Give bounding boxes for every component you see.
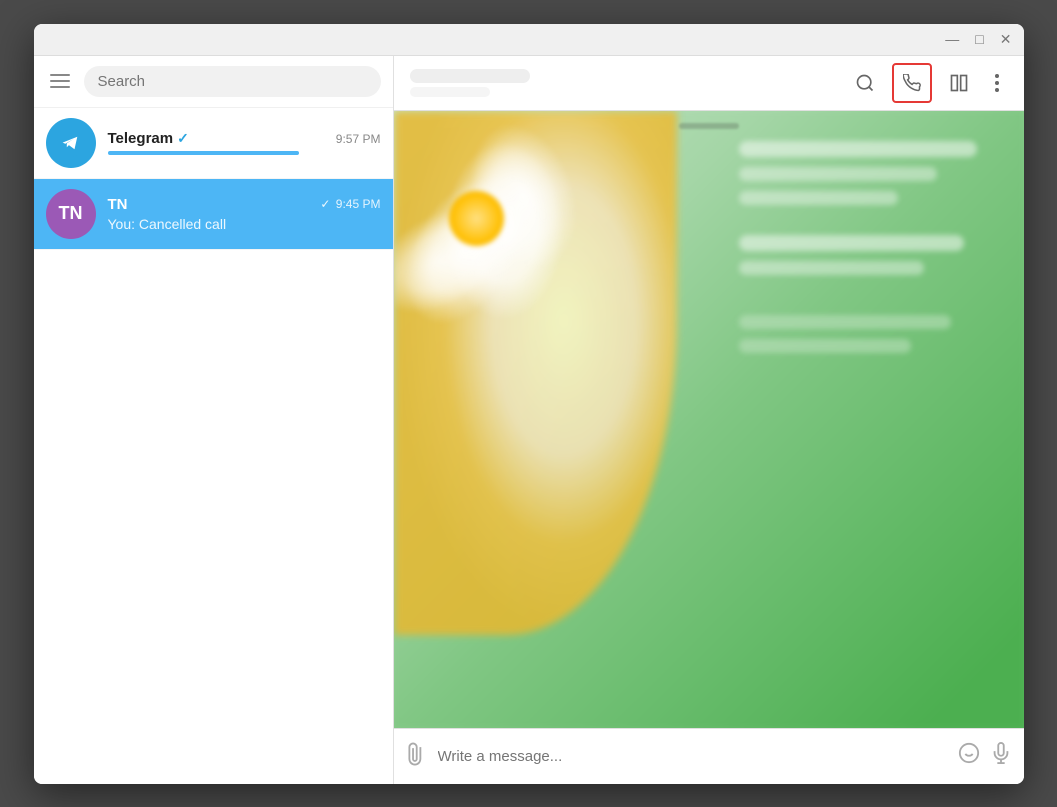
chat-input-area bbox=[394, 728, 1024, 784]
msg-bubble bbox=[739, 167, 937, 181]
scroll-indicator bbox=[679, 123, 739, 129]
chat-top: Telegram ✓ 9:57 PM bbox=[108, 130, 381, 147]
emoji-icon[interactable] bbox=[958, 742, 980, 770]
msg-bubble bbox=[739, 191, 898, 205]
avatar bbox=[46, 118, 96, 168]
app-window: — □ ✕ bbox=[34, 24, 1024, 784]
mic-icon[interactable] bbox=[990, 742, 1012, 770]
sidebar: Telegram ✓ 9:57 PM TN bbox=[34, 56, 394, 784]
list-item[interactable]: Telegram ✓ 9:57 PM bbox=[34, 108, 393, 179]
chat-messages bbox=[394, 111, 1024, 728]
chat-header-info bbox=[410, 69, 854, 97]
list-item[interactable]: TN TN ✓ 9:45 PM You: Cancelled c bbox=[34, 179, 393, 250]
chat-name: Telegram ✓ bbox=[108, 130, 189, 147]
progress-bar bbox=[108, 151, 299, 155]
chat-time: 9:57 PM bbox=[336, 132, 381, 146]
message-input[interactable] bbox=[438, 748, 948, 765]
chat-info: TN ✓ 9:45 PM You: Cancelled call bbox=[108, 196, 381, 232]
chat-area bbox=[394, 56, 1024, 784]
msg-bubble bbox=[739, 339, 911, 353]
msg-bubble bbox=[739, 141, 977, 157]
attach-icon[interactable] bbox=[399, 738, 434, 773]
chat-header-name bbox=[410, 69, 530, 83]
telegram-logo-icon bbox=[57, 129, 85, 157]
sidebar-header bbox=[34, 56, 393, 108]
columns-icon[interactable] bbox=[948, 72, 970, 94]
maximize-button[interactable]: □ bbox=[971, 29, 987, 49]
chat-time: ✓ 9:45 PM bbox=[320, 197, 380, 211]
chat-name: TN bbox=[108, 196, 128, 213]
search-input[interactable] bbox=[84, 66, 381, 97]
phone-call-button[interactable] bbox=[892, 63, 932, 103]
hamburger-menu-icon[interactable] bbox=[46, 70, 74, 92]
message-bubbles-area bbox=[739, 141, 1004, 353]
flower-petals bbox=[394, 111, 614, 728]
main-content: Telegram ✓ 9:57 PM TN bbox=[34, 56, 1024, 784]
chat-header-actions bbox=[854, 63, 1008, 103]
search-icon[interactable] bbox=[854, 72, 876, 94]
chat-preview: You: Cancelled call bbox=[108, 216, 381, 232]
check-mark-icon: ✓ bbox=[320, 197, 330, 211]
msg-bubble bbox=[739, 261, 924, 275]
chat-info: Telegram ✓ 9:57 PM bbox=[108, 130, 381, 155]
chat-top: TN ✓ 9:45 PM bbox=[108, 196, 381, 213]
avatar: TN bbox=[46, 189, 96, 239]
chat-header-status bbox=[410, 87, 490, 97]
title-bar: — □ ✕ bbox=[34, 24, 1024, 56]
minimize-button[interactable]: — bbox=[941, 29, 963, 49]
more-options-icon[interactable] bbox=[986, 72, 1008, 94]
close-button[interactable]: ✕ bbox=[996, 29, 1016, 50]
msg-bubble bbox=[739, 315, 951, 329]
msg-bubble bbox=[739, 235, 964, 251]
chat-header bbox=[394, 56, 1024, 111]
verified-icon: ✓ bbox=[177, 130, 189, 147]
phone-icon bbox=[903, 74, 921, 92]
chat-list: Telegram ✓ 9:57 PM TN bbox=[34, 108, 393, 784]
